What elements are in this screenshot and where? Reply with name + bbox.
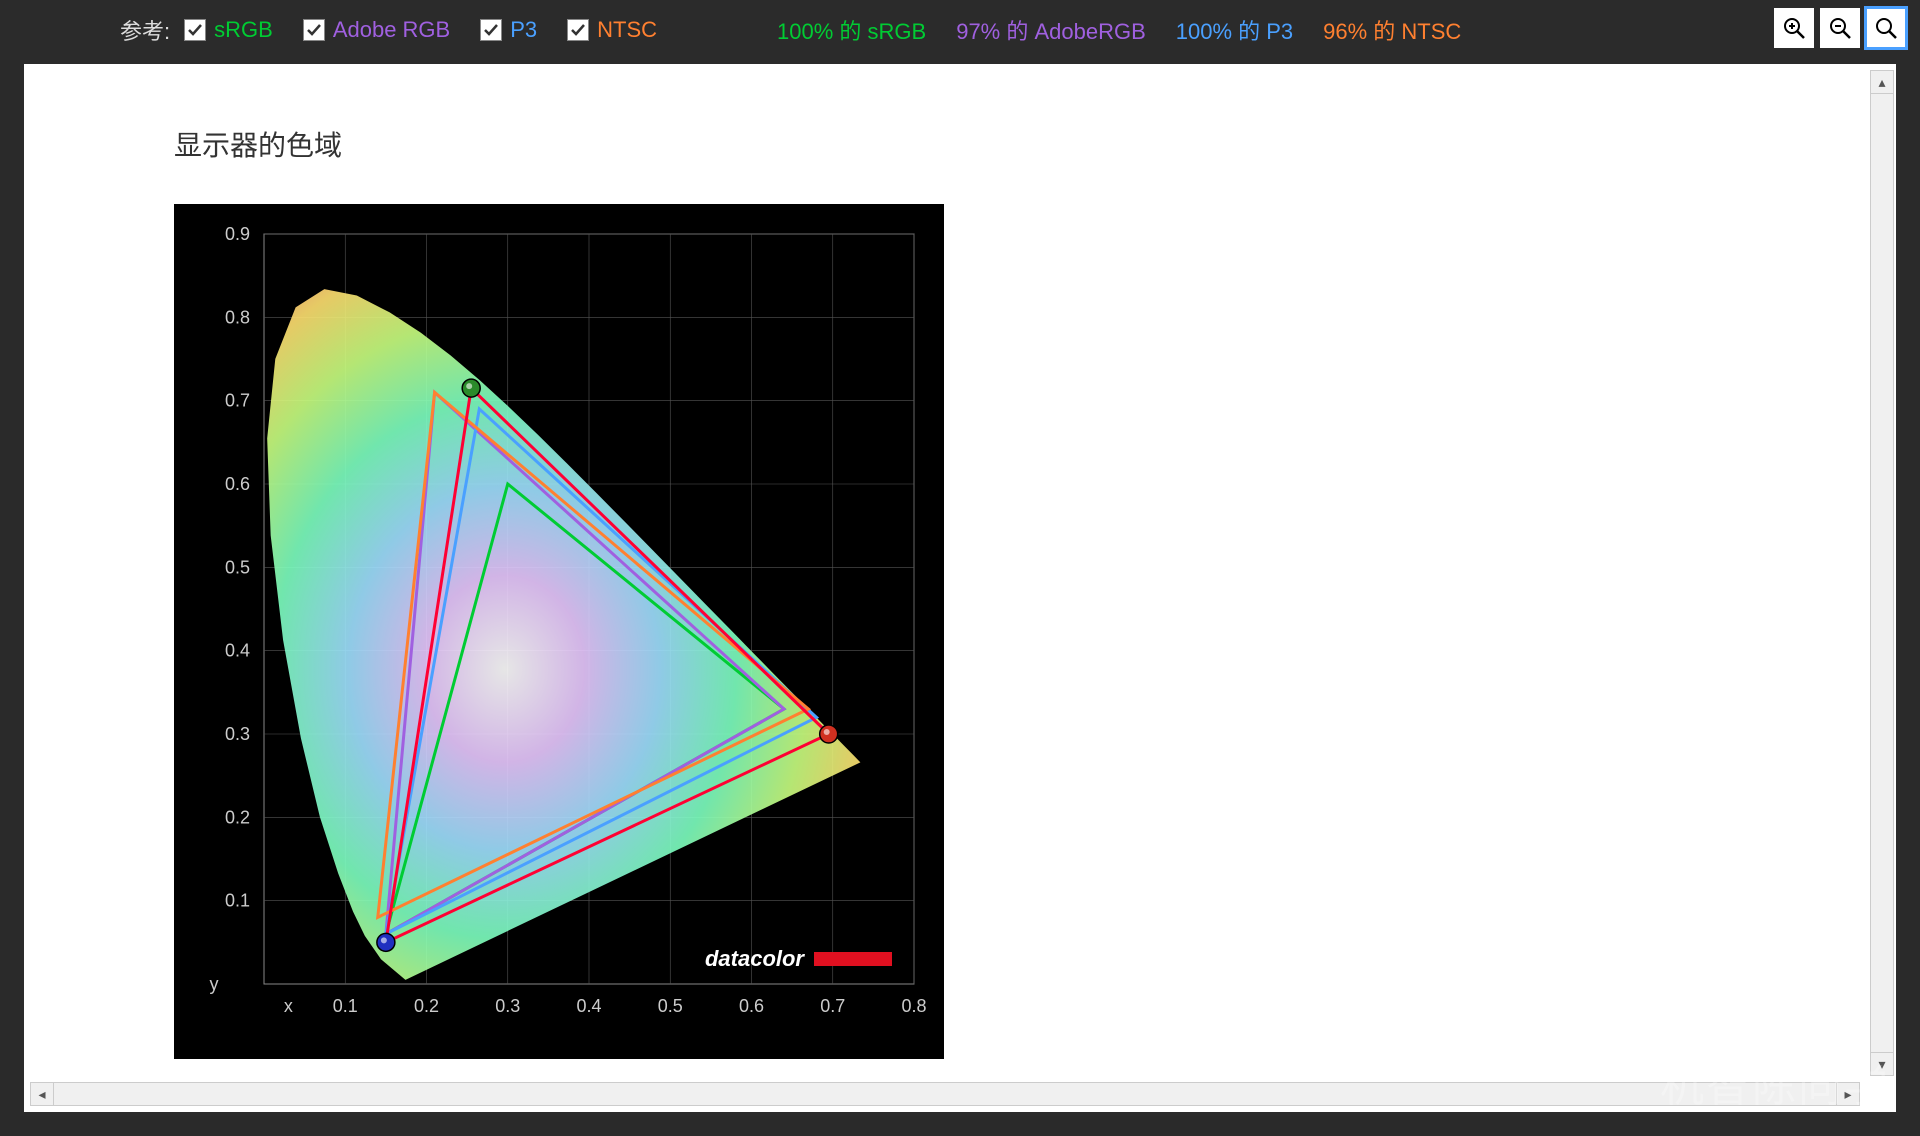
scroll-up-icon[interactable]: ▴ (1871, 71, 1893, 94)
svg-text:0.5: 0.5 (658, 996, 683, 1016)
checkbox-icon[interactable] (184, 19, 206, 41)
stat-p3: 100% 的 P3 (1176, 14, 1293, 46)
svg-text:0.3: 0.3 (495, 996, 520, 1016)
svg-text:0.9: 0.9 (225, 224, 250, 244)
zoom-fit-icon (1873, 15, 1899, 41)
stat-adobergb: 97% 的 AdobeRGB (956, 14, 1146, 46)
svg-text:0.1: 0.1 (333, 996, 358, 1016)
svg-text:0.7: 0.7 (820, 996, 845, 1016)
checkbox-p3[interactable]: P3 (480, 17, 537, 43)
checkbox-adobergb[interactable]: Adobe RGB (303, 17, 450, 43)
svg-text:0.2: 0.2 (225, 807, 250, 827)
chromaticity-diagram: 0.1 0.2 0.3 0.4 0.5 0.6 0.7 0.8 0.1 0.2 0.3 0.4 0.5 0… (174, 204, 944, 1054)
checkbox-icon[interactable] (480, 19, 502, 41)
svg-text:0.2: 0.2 (414, 996, 439, 1016)
svg-text:0.1: 0.1 (225, 891, 250, 911)
svg-text:0.3: 0.3 (225, 724, 250, 744)
gamut-chart: 0.1 0.2 0.3 0.4 0.5 0.6 0.7 0.8 0.1 0.2 0.3 0.4 0.5 0… (174, 204, 944, 1059)
stat-ntsc: 96% 的 NTSC (1323, 14, 1461, 46)
svg-text:y: y (210, 974, 219, 994)
watermark: 机智陈同学 (1660, 1050, 1890, 1114)
stat-srgb: 100% 的 sRGB (777, 14, 926, 46)
svg-text:0.5: 0.5 (225, 557, 250, 577)
checkbox-ntsc[interactable]: NTSC (567, 17, 657, 43)
checkbox-icon[interactable] (567, 19, 589, 41)
scroll-left-icon[interactable]: ◂ (31, 1083, 54, 1105)
checkbox-label: P3 (510, 17, 537, 43)
checkbox-icon[interactable] (303, 19, 325, 41)
page-content: 显示器的色域 0.1 0.2 0.3 0.4 0.5 0.6 0.7 0.8 0.1 0.2 0.3… (24, 64, 1896, 1112)
svg-text:0.4: 0.4 (576, 996, 601, 1016)
zoom-in-icon (1781, 15, 1807, 41)
zoom-out-icon (1827, 15, 1853, 41)
checkbox-label: Adobe RGB (333, 17, 450, 43)
svg-text:0.6: 0.6 (225, 474, 250, 494)
svg-text:0.8: 0.8 (225, 307, 250, 327)
svg-text:0.6: 0.6 (739, 996, 764, 1016)
viewport: 显示器的色域 0.1 0.2 0.3 0.4 0.5 0.6 0.7 0.8 0.1 0.2 0.3… (20, 60, 1900, 1116)
horizontal-scrollbar[interactable]: ◂ ▸ (30, 1082, 1860, 1106)
zoom-fit-button[interactable] (1866, 8, 1906, 48)
vertical-scrollbar[interactable]: ▴ ▾ (1870, 70, 1894, 1076)
checkbox-label: NTSC (597, 17, 657, 43)
svg-text:0.4: 0.4 (225, 641, 250, 661)
reference-label: 参考: (120, 14, 170, 46)
toolbar: 参考: sRGB Adobe RGB P3 NTSC 100% 的 sRGB 9… (0, 0, 1920, 60)
svg-text:0.7: 0.7 (225, 391, 250, 411)
svg-text:0.8: 0.8 (901, 996, 926, 1016)
zoom-in-button[interactable] (1774, 8, 1814, 48)
zoom-out-button[interactable] (1820, 8, 1860, 48)
svg-text:datacolor: datacolor (705, 946, 805, 971)
checkbox-label: sRGB (214, 17, 273, 43)
checkbox-srgb[interactable]: sRGB (184, 17, 273, 43)
svg-text:x: x (284, 996, 293, 1016)
content-title: 显示器的色域 (174, 124, 1896, 164)
